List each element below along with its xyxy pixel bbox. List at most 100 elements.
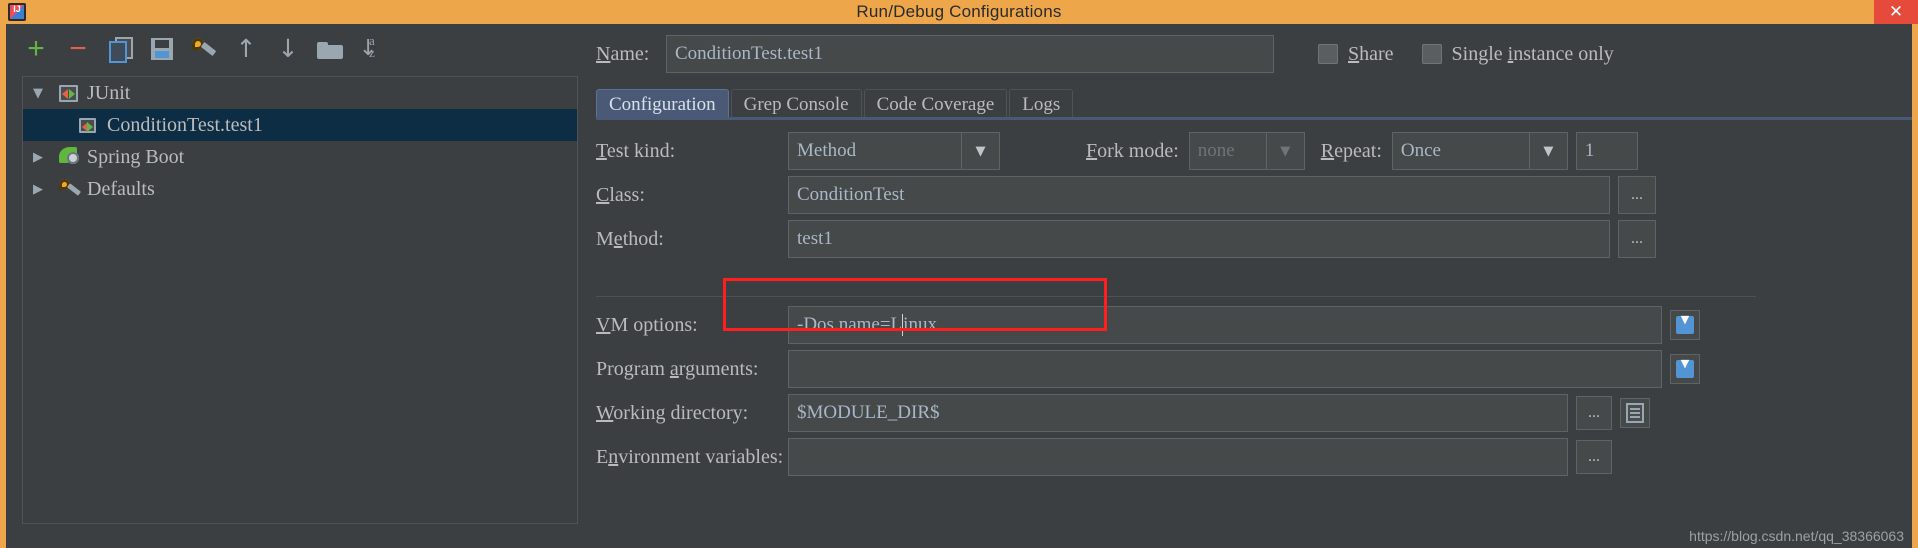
environment-variables-input[interactable]: [788, 438, 1568, 476]
expand-editor-icon: [1676, 313, 1694, 334]
configurations-toolbar: + − ↑ ↓ ↓ a z: [6, 24, 576, 74]
add-configuration-button[interactable]: +: [22, 32, 50, 65]
tree-item-spring-boot[interactable]: ▶ Spring Boot: [23, 141, 577, 173]
repeat-count-input[interactable]: 1: [1575, 132, 1638, 170]
program-arguments-row: Program arguments:: [596, 350, 1912, 388]
class-input-value: ConditionTest: [797, 184, 905, 205]
tab-grep-console[interactable]: Grep Console: [730, 89, 862, 120]
plus-icon: +: [27, 32, 45, 65]
working-directory-label-rest: orking directory:: [613, 401, 749, 424]
fork-mode-label: Fork mode:: [1086, 140, 1179, 163]
method-input[interactable]: test1: [788, 220, 1610, 258]
environment-variables-row: Environment variables: ...: [596, 438, 1912, 476]
intellij-idea-icon: [8, 3, 26, 21]
single-instance-label: Single instance only: [1452, 43, 1614, 66]
program-arguments-expand-button[interactable]: [1670, 354, 1700, 384]
tab-code-coverage[interactable]: Code Coverage: [863, 89, 1008, 120]
edit-defaults-button[interactable]: [190, 35, 218, 63]
tree-item-conditiontest-test1[interactable]: ConditionTest.test1: [23, 109, 577, 141]
share-checkbox[interactable]: [1318, 44, 1338, 64]
configurations-tree[interactable]: ▼ JUnit ConditionTest.test1 ▶ Spring Boo…: [22, 76, 578, 524]
repeat-select[interactable]: Once ▼: [1391, 132, 1568, 170]
name-label-rest: ame:: [610, 42, 650, 65]
vm-options-label: VM options:: [596, 314, 788, 337]
spring-boot-icon: [59, 147, 87, 167]
class-browse-button[interactable]: ...: [1618, 176, 1656, 214]
tab-configuration[interactable]: Configuration: [596, 89, 729, 120]
expand-editor-icon: [1676, 357, 1694, 378]
environment-variables-label-mnemonic: n: [608, 445, 619, 468]
junit-icon: [59, 84, 87, 102]
sort-configurations-button[interactable]: ↓ a z: [358, 34, 386, 63]
window-title: Run/Debug Configurations: [856, 2, 1062, 21]
vm-options-expand-button[interactable]: [1670, 310, 1700, 340]
move-down-button[interactable]: ↓: [274, 35, 302, 63]
form-separator: [596, 296, 1756, 297]
method-row: Method: test1 ...: [596, 220, 1912, 258]
single-instance-checkbox-row[interactable]: Single instance only: [1421, 43, 1614, 66]
environment-variables-label-prefix: E: [596, 445, 609, 468]
chevron-down-icon[interactable]: ▼: [1265, 133, 1304, 169]
copy-icon: [109, 37, 133, 63]
editor-tabs: Configuration Grep Console Code Coverage…: [596, 86, 1912, 120]
test-kind-label-mnemonic: T: [596, 139, 607, 162]
class-input[interactable]: ConditionTest: [788, 176, 1610, 214]
test-kind-row: Test kind: Method ▼ Fork mode: none ▼ Re…: [596, 132, 1912, 170]
share-checkbox-row[interactable]: Share: [1318, 43, 1394, 66]
chevron-down-icon[interactable]: ▼: [33, 86, 59, 101]
copy-configuration-button[interactable]: [106, 35, 134, 63]
window-title-bar: Run/Debug Configurations ✕: [0, 0, 1918, 24]
repeat-value: Once: [1400, 140, 1441, 161]
defaults-wrench-icon: [59, 179, 87, 199]
program-arguments-label-mnemonic: a: [669, 357, 679, 380]
program-arguments-input[interactable]: [788, 350, 1662, 388]
vm-options-label-rest: M options:: [610, 313, 698, 336]
environment-variables-browse-button[interactable]: ...: [1576, 440, 1612, 474]
remove-configuration-button[interactable]: −: [64, 34, 92, 64]
fork-mode-select[interactable]: none ▼: [1188, 132, 1305, 170]
chevron-down-icon[interactable]: ▼: [1528, 133, 1567, 169]
arrow-down-icon: ↓: [277, 34, 299, 63]
method-label-mnemonic: e: [613, 227, 623, 250]
working-directory-input[interactable]: $MODULE_DIR$: [788, 394, 1568, 432]
name-label: Name:: [596, 43, 662, 66]
tree-item-defaults[interactable]: ▶ Defaults: [23, 173, 577, 205]
single-instance-checkbox[interactable]: [1421, 44, 1442, 64]
method-label: Method:: [596, 228, 788, 251]
chevron-down-icon[interactable]: ▼: [961, 133, 999, 169]
test-kind-value: Method: [797, 140, 857, 161]
vm-options-row: VM options: -Dos.name=L inux: [596, 306, 1912, 344]
vm-options-input-value: -Dos.name=L: [797, 314, 903, 335]
tree-item-label: ConditionTest.test1: [107, 113, 263, 136]
working-directory-label: Working directory:: [596, 402, 788, 425]
close-icon[interactable]: ✕: [1874, 0, 1918, 24]
tree-item-junit[interactable]: ▼ JUnit: [23, 77, 577, 109]
tree-item-label: Defaults: [87, 177, 155, 200]
vm-options-input-value-after-caret: inux: [903, 314, 937, 335]
method-browse-button[interactable]: ...: [1618, 220, 1656, 258]
test-kind-label: Test kind:: [596, 140, 788, 163]
macros-icon: [1626, 403, 1644, 423]
name-input[interactable]: ConditionTest.test1: [666, 35, 1274, 73]
share-label-rest: hare: [1359, 42, 1394, 65]
vm-options-label-mnemonic: V: [596, 313, 611, 336]
sort-az-icon: ↓ a z: [359, 34, 385, 62]
test-kind-select[interactable]: Method ▼: [788, 132, 1000, 170]
save-configuration-button[interactable]: [148, 35, 176, 63]
fork-mode-value: none: [1197, 140, 1235, 161]
repeat-count-value: 1: [1584, 140, 1595, 161]
single-instance-label-rest: nstance only: [1513, 42, 1614, 65]
chevron-right-icon[interactable]: ▶: [33, 182, 59, 197]
create-folder-button[interactable]: [316, 35, 344, 63]
repeat-label-rest: epeat:: [1334, 139, 1382, 162]
method-input-value: test1: [797, 228, 833, 249]
class-row: Class: ConditionTest ...: [596, 176, 1912, 214]
tab-logs[interactable]: Logs: [1009, 89, 1074, 120]
chevron-right-icon[interactable]: ▶: [33, 150, 59, 165]
share-label: Share: [1348, 43, 1394, 66]
move-up-button[interactable]: ↑: [232, 35, 260, 63]
tree-item-label: JUnit: [87, 81, 131, 104]
vm-options-input[interactable]: -Dos.name=L inux: [788, 306, 1662, 344]
working-directory-macros-button[interactable]: [1620, 398, 1650, 428]
working-directory-browse-button[interactable]: ...: [1576, 396, 1612, 430]
